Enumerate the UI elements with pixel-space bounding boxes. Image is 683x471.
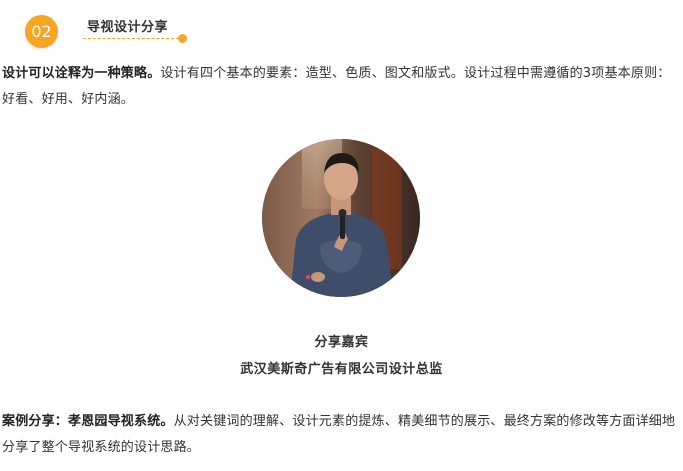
intro-paragraph: 设计可以诠释为一种策略。设计有四个基本的要素：造型、色质、图文和版式。设计过程中…: [2, 61, 680, 113]
underline-dot: [178, 34, 187, 43]
speaker-photo-illustration: [262, 139, 420, 297]
speaker-title: 武汉美斯奇广告有限公司设计总监: [240, 362, 443, 377]
section-title: 导视设计分享: [87, 20, 169, 35]
speaker-photo: [262, 139, 420, 297]
section-number-badge: 02: [25, 15, 58, 48]
speaker-label: 分享嘉宾: [314, 335, 369, 350]
case-paragraph: 案例分享：孝恩园导视系统。从对关键词的理解、设计元素的提炼、精美细节的展示、最终…: [2, 409, 680, 461]
title-underline: [83, 38, 179, 39]
case-lead: 案例分享：孝恩园导视系统。: [2, 414, 174, 429]
intro-lead: 设计可以诠释为一种策略。: [2, 66, 161, 81]
section-header: 02 导视设计分享: [25, 12, 195, 48]
